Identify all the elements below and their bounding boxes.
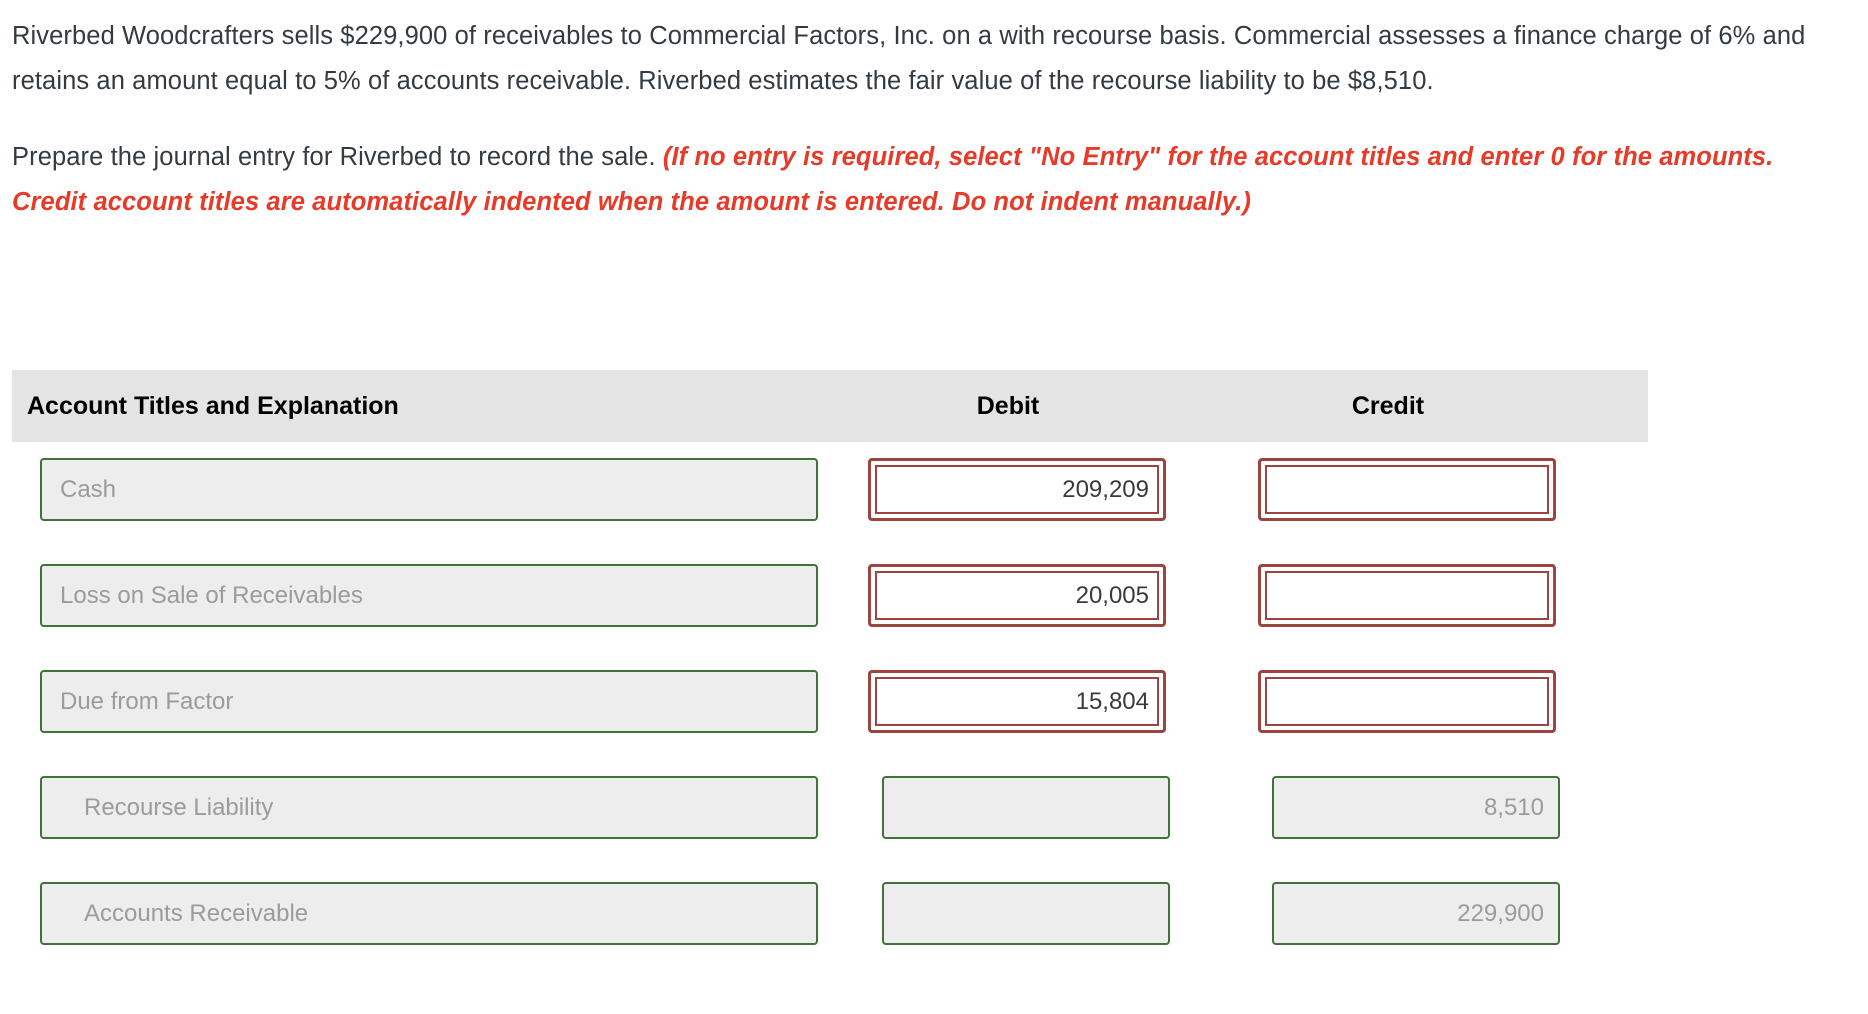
account-title-select[interactable]: Loss on Sale of Receivables (40, 564, 818, 627)
journal-entry-table: Account Titles and Explanation Debit Cre… (12, 370, 1648, 988)
debit-amount-input[interactable] (882, 776, 1170, 839)
cell-credit (1208, 458, 1648, 521)
cell-credit: 229,900 (1208, 882, 1648, 945)
credit-amount-input[interactable]: 8,510 (1272, 776, 1560, 839)
credit-amount-input[interactable] (1258, 670, 1556, 733)
credit-amount-input[interactable] (1258, 564, 1556, 627)
exercise-page: Riverbed Woodcrafters sells $229,900 of … (0, 0, 1868, 1014)
table-row: Accounts Receivable 229,900 (12, 882, 1648, 988)
table-header-row: Account Titles and Explanation Debit Cre… (12, 370, 1648, 442)
debit-amount-input[interactable]: 209,209 (868, 458, 1166, 521)
instruction-lead-text: Prepare the journal entry for Riverbed t… (12, 143, 663, 171)
cell-debit (858, 776, 1208, 839)
account-title-select[interactable]: Recourse Liability (40, 776, 818, 839)
cell-account: Cash (12, 458, 858, 521)
column-header-debit: Debit (976, 391, 1040, 420)
credit-amount-input[interactable]: 229,900 (1272, 882, 1560, 945)
account-title-select[interactable]: Due from Factor (40, 670, 818, 733)
column-header-account: Account Titles and Explanation (27, 391, 399, 420)
cell-debit (858, 882, 1208, 945)
problem-paragraph-1: Riverbed Woodcrafters sells $229,900 of … (12, 22, 1806, 95)
cell-account: Due from Factor (12, 670, 858, 733)
cell-credit (1208, 564, 1648, 627)
cell-account: Recourse Liability (12, 776, 858, 839)
table-row: Loss on Sale of Receivables 20,005 (12, 564, 1648, 670)
cell-debit: 209,209 (858, 458, 1208, 521)
cell-credit: 8,510 (1208, 776, 1648, 839)
cell-debit: 15,804 (858, 670, 1208, 733)
cell-debit: 20,005 (858, 564, 1208, 627)
problem-paragraph-2: Prepare the journal entry for Riverbed t… (12, 135, 1852, 225)
cell-credit (1208, 670, 1648, 733)
debit-amount-input[interactable]: 20,005 (868, 564, 1166, 627)
table-row: Due from Factor 15,804 (12, 670, 1648, 776)
problem-statement: Riverbed Woodcrafters sells $229,900 of … (0, 0, 1868, 225)
table-row: Cash 209,209 (12, 458, 1648, 564)
cell-account: Loss on Sale of Receivables (12, 564, 858, 627)
debit-amount-input[interactable]: 15,804 (868, 670, 1166, 733)
table-row: Recourse Liability 8,510 (12, 776, 1648, 882)
table-body: Cash 209,209 Loss on Sale of Receivables… (12, 442, 1648, 988)
debit-amount-input[interactable] (882, 882, 1170, 945)
credit-amount-input[interactable] (1258, 458, 1556, 521)
cell-account: Accounts Receivable (12, 882, 858, 945)
account-title-select[interactable]: Cash (40, 458, 818, 521)
account-title-select[interactable]: Accounts Receivable (40, 882, 818, 945)
column-header-credit: Credit (1351, 391, 1425, 420)
